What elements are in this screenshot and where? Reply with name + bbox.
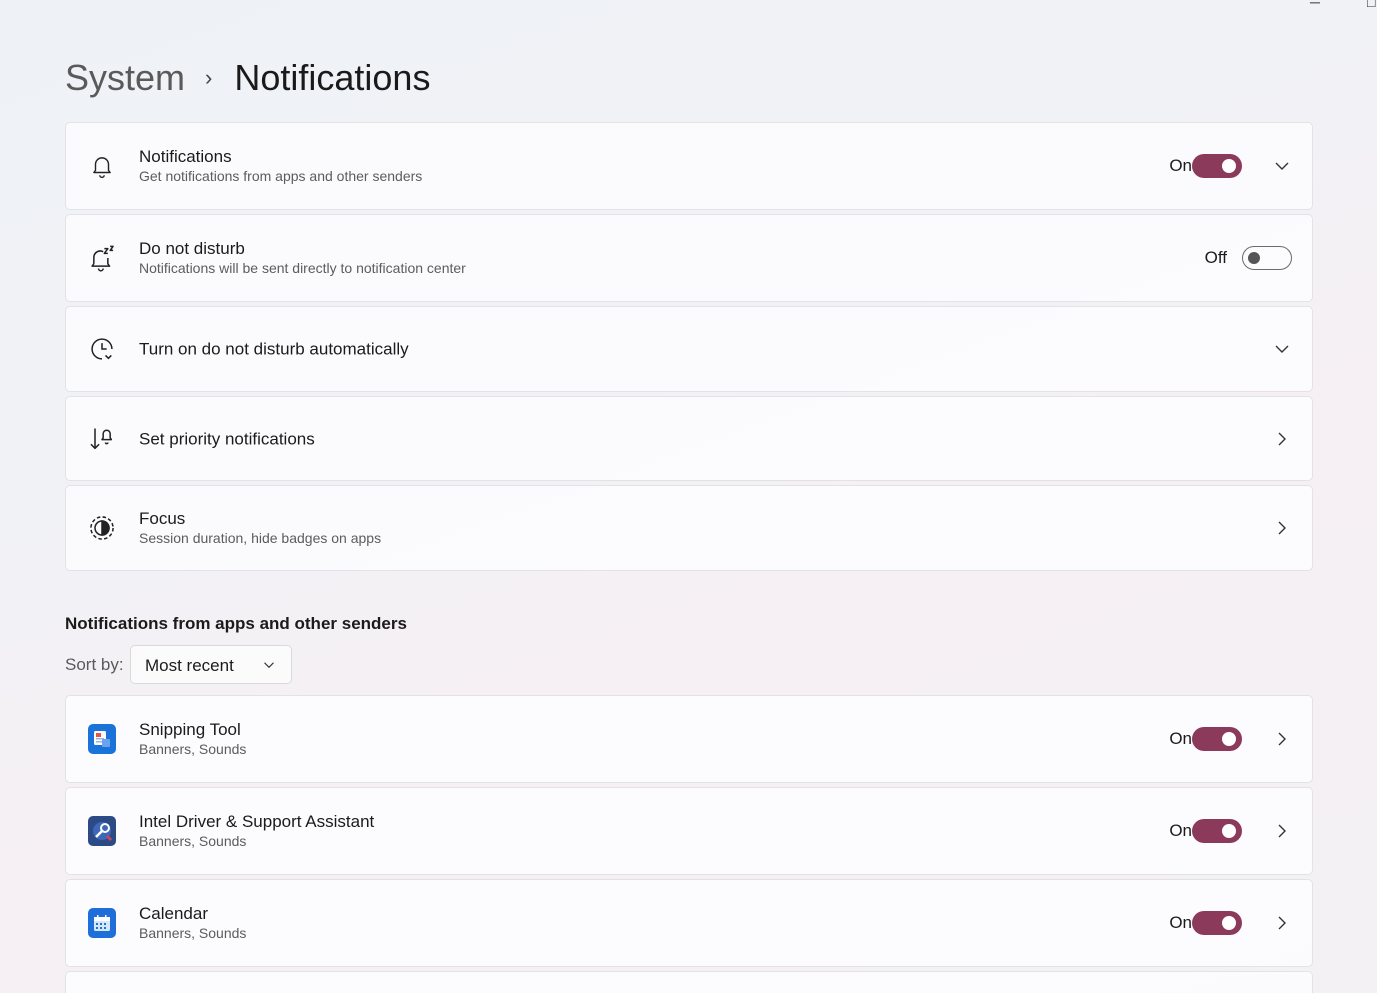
setting-title: Do not disturb	[139, 239, 245, 258]
sort-value: Most recent	[145, 656, 234, 675]
page-title: Notifications	[234, 57, 431, 98]
app-row-snipping-tool[interactable]: Snipping Tool Banners, Sounds On	[65, 695, 1313, 783]
chevron-down-icon[interactable]	[1272, 339, 1292, 359]
snipping-tool-icon	[88, 724, 116, 754]
priority-icon	[88, 425, 116, 453]
notifications-setting-card[interactable]: Notifications Get notifications from app…	[65, 122, 1313, 210]
clock-icon	[88, 335, 116, 363]
focus-card[interactable]: Focus Session duration, hide badges on a…	[65, 485, 1313, 571]
bell-snooze-icon	[88, 244, 116, 272]
bell-icon	[88, 152, 116, 180]
setting-subtitle: Get notifications from apps and other se…	[139, 168, 423, 184]
minimize-button[interactable]: ─	[1310, 0, 1320, 10]
toggle-state-label: On	[1169, 729, 1192, 748]
sort-label: Sort by:	[65, 655, 124, 674]
setting-title: Set priority notifications	[139, 429, 315, 448]
section-heading: Notifications from apps and other sender…	[65, 614, 407, 633]
toggle-state-label: On	[1169, 821, 1192, 840]
app-detail: Banners, Sounds	[139, 833, 247, 849]
app-row-calendar[interactable]: Calendar Banners, Sounds On	[65, 879, 1313, 967]
notifications-toggle[interactable]	[1192, 154, 1242, 178]
app-name: Calendar	[139, 904, 208, 923]
setting-subtitle: Notifications will be sent directly to n…	[139, 260, 466, 276]
calendar-toggle[interactable]	[1192, 911, 1242, 935]
calendar-icon	[88, 908, 116, 938]
chevron-down-icon	[263, 658, 275, 676]
app-name: Snipping Tool	[139, 720, 241, 739]
setting-title: Turn on do not disturb automatically	[139, 339, 409, 359]
toggle-state-label: On	[1169, 156, 1192, 175]
focus-icon	[88, 514, 116, 542]
app-row-intel-dsa[interactable]: Intel Driver & Support Assistant Banners…	[65, 787, 1313, 875]
toggle-state-label: Off	[1204, 248, 1227, 267]
chevron-right-icon[interactable]	[1272, 729, 1292, 749]
app-detail: Banners, Sounds	[139, 925, 247, 941]
do-not-disturb-toggle[interactable]	[1242, 246, 1292, 270]
setting-title: Focus	[139, 509, 186, 528]
chevron-right-icon[interactable]	[1272, 518, 1292, 538]
chevron-right-icon[interactable]	[1272, 913, 1292, 933]
toggle-state-label: On	[1169, 913, 1192, 932]
setting-title: Notifications	[139, 147, 232, 166]
snipping-tool-toggle[interactable]	[1192, 727, 1242, 751]
sort-dropdown[interactable]: Most recent	[130, 645, 292, 684]
app-name: Intel Driver & Support Assistant	[139, 812, 375, 831]
maximize-button[interactable]: □	[1367, 0, 1375, 10]
do-not-disturb-card: Do not disturb Notifications will be sen…	[65, 214, 1313, 302]
intel-dsa-icon	[88, 816, 116, 846]
breadcrumb: System › Notifications	[65, 56, 430, 100]
breadcrumb-separator: ›	[205, 65, 213, 90]
app-detail: Banners, Sounds	[139, 741, 247, 757]
breadcrumb-system-link[interactable]: System	[65, 57, 185, 99]
chevron-down-icon[interactable]	[1272, 156, 1292, 176]
auto-dnd-card[interactable]: Turn on do not disturb automatically	[65, 306, 1313, 392]
app-row-partial[interactable]	[65, 971, 1313, 993]
priority-notifications-card[interactable]: Set priority notifications	[65, 396, 1313, 481]
setting-subtitle: Session duration, hide badges on apps	[139, 530, 382, 546]
chevron-right-icon[interactable]	[1272, 821, 1292, 841]
intel-dsa-toggle[interactable]	[1192, 819, 1242, 843]
chevron-right-icon[interactable]	[1272, 429, 1292, 449]
